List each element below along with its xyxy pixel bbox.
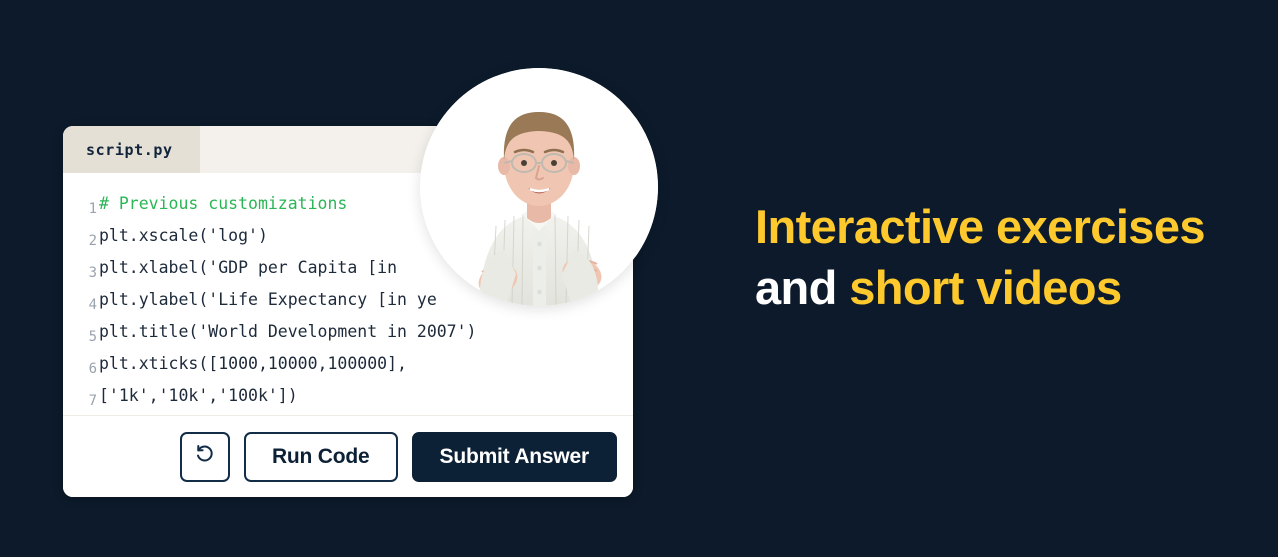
tab-script-py[interactable]: script.py [63,126,200,173]
submit-answer-button[interactable]: Submit Answer [411,431,617,482]
tab-label: script.py [86,140,173,159]
line-number: 3 [88,265,97,281]
promo-banner: script.py 1 # Previous customizations 2 … [0,0,1278,557]
code-line-text: plt.title('World Development in 2007') [99,321,477,341]
code-line: 7 ['1k','10k','100k']) [63,379,633,411]
code-line-text: plt.xticks([1000,10000,100000], [99,353,407,373]
run-code-button[interactable]: Run Code [243,431,398,482]
code-line-text: plt.xscale('log') [99,225,268,245]
reset-arrow-icon [193,442,217,471]
code-line: 6 plt.xticks([1000,10000,100000], [63,347,633,379]
line-number: 1 [88,201,97,217]
code-line-text: plt.xlabel('GDP per Capita [in [99,257,398,277]
instructor-portrait [420,68,658,306]
headline-segment-2: and [755,261,837,315]
line-number: 2 [88,233,97,249]
code-line-text: plt.ylabel('Life Expectancy [in ye [99,289,437,309]
code-line-text: # Previous customizations [99,193,348,213]
headline-segment-1: Interactive exercises [755,200,1206,253]
reset-button[interactable] [179,431,230,482]
code-line-text: ['1k','10k','100k']) [99,385,298,405]
headline-segment-3: short videos [849,261,1122,315]
line-number: 4 [88,297,97,313]
line-number: 6 [88,361,97,377]
editor-action-bar: Run Code Submit Answer [63,415,633,497]
line-number: 7 [88,393,97,409]
headline: Interactive exercises and short videos [755,196,1225,318]
line-number: 5 [88,329,97,345]
instructor-video-bubble[interactable] [420,68,658,306]
code-line: 5 plt.title('World Development in 2007') [63,315,633,347]
